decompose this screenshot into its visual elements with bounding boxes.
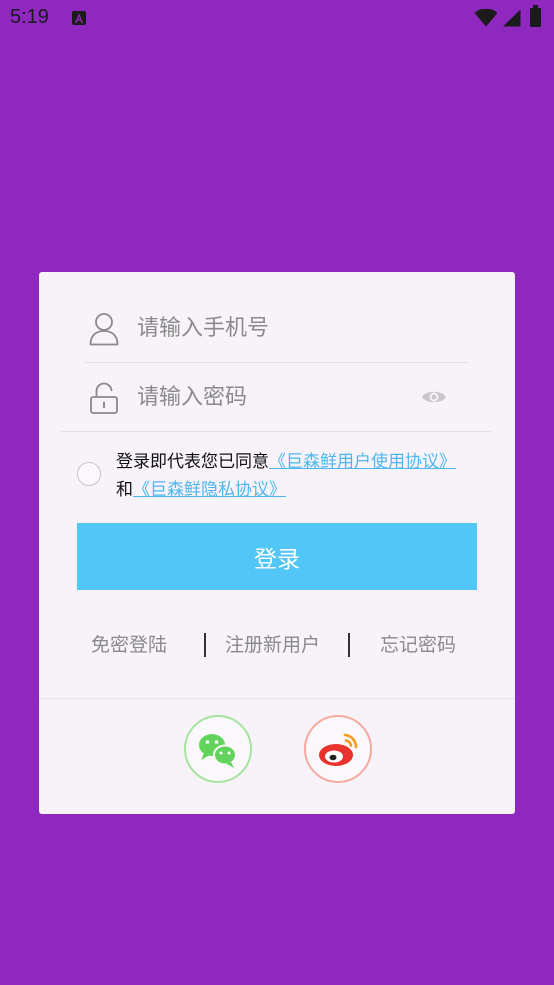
register-link[interactable]: 注册新用户 [225, 630, 320, 657]
forgot-password-link[interactable]: 忘记密码 [380, 630, 456, 657]
status-bar: 5:19 [0, 0, 554, 36]
login-button[interactable]: 登录 [77, 523, 477, 590]
user-agreement-link[interactable]: 《巨森鲜用户使用协议》 [269, 452, 456, 472]
wechat-icon [199, 734, 237, 768]
password-input[interactable] [137, 377, 407, 417]
link-separator [348, 633, 350, 657]
cell-signal-icon [503, 9, 521, 27]
lock-icon [90, 382, 118, 414]
link-separator [204, 633, 206, 657]
agreement-prefix: 登录即代表您已同意 [116, 452, 269, 472]
privacy-policy-link[interactable]: 《巨森鲜隐私协议》 [133, 480, 286, 500]
user-icon [89, 313, 119, 346]
password-field [85, 363, 469, 431]
wifi-icon [474, 9, 498, 27]
secondary-links: 免密登陆 注册新用户 忘记密码 [39, 624, 515, 664]
phone-field [85, 294, 469, 363]
field-divider [61, 431, 491, 432]
battery-icon [530, 5, 541, 27]
phone-input[interactable] [137, 308, 407, 348]
eye-icon[interactable] [421, 388, 447, 406]
app-notification-icon [72, 11, 86, 25]
wechat-login-button[interactable] [184, 715, 252, 783]
agreement-text: 登录即代表您已同意《巨森鲜用户使用协议》 和《巨森鲜隐私协议》 [116, 448, 506, 504]
agreement-checkbox[interactable] [77, 462, 101, 486]
free-login-link[interactable]: 免密登陆 [91, 630, 167, 657]
status-time: 5:19 [10, 6, 49, 28]
login-card: 登录即代表您已同意《巨森鲜用户使用协议》 和《巨森鲜隐私协议》 登录 免密登陆 … [39, 272, 515, 814]
agreement-joiner: 和 [116, 480, 133, 500]
weibo-login-button[interactable] [304, 715, 372, 783]
weibo-icon [319, 733, 358, 766]
social-divider [39, 698, 515, 699]
